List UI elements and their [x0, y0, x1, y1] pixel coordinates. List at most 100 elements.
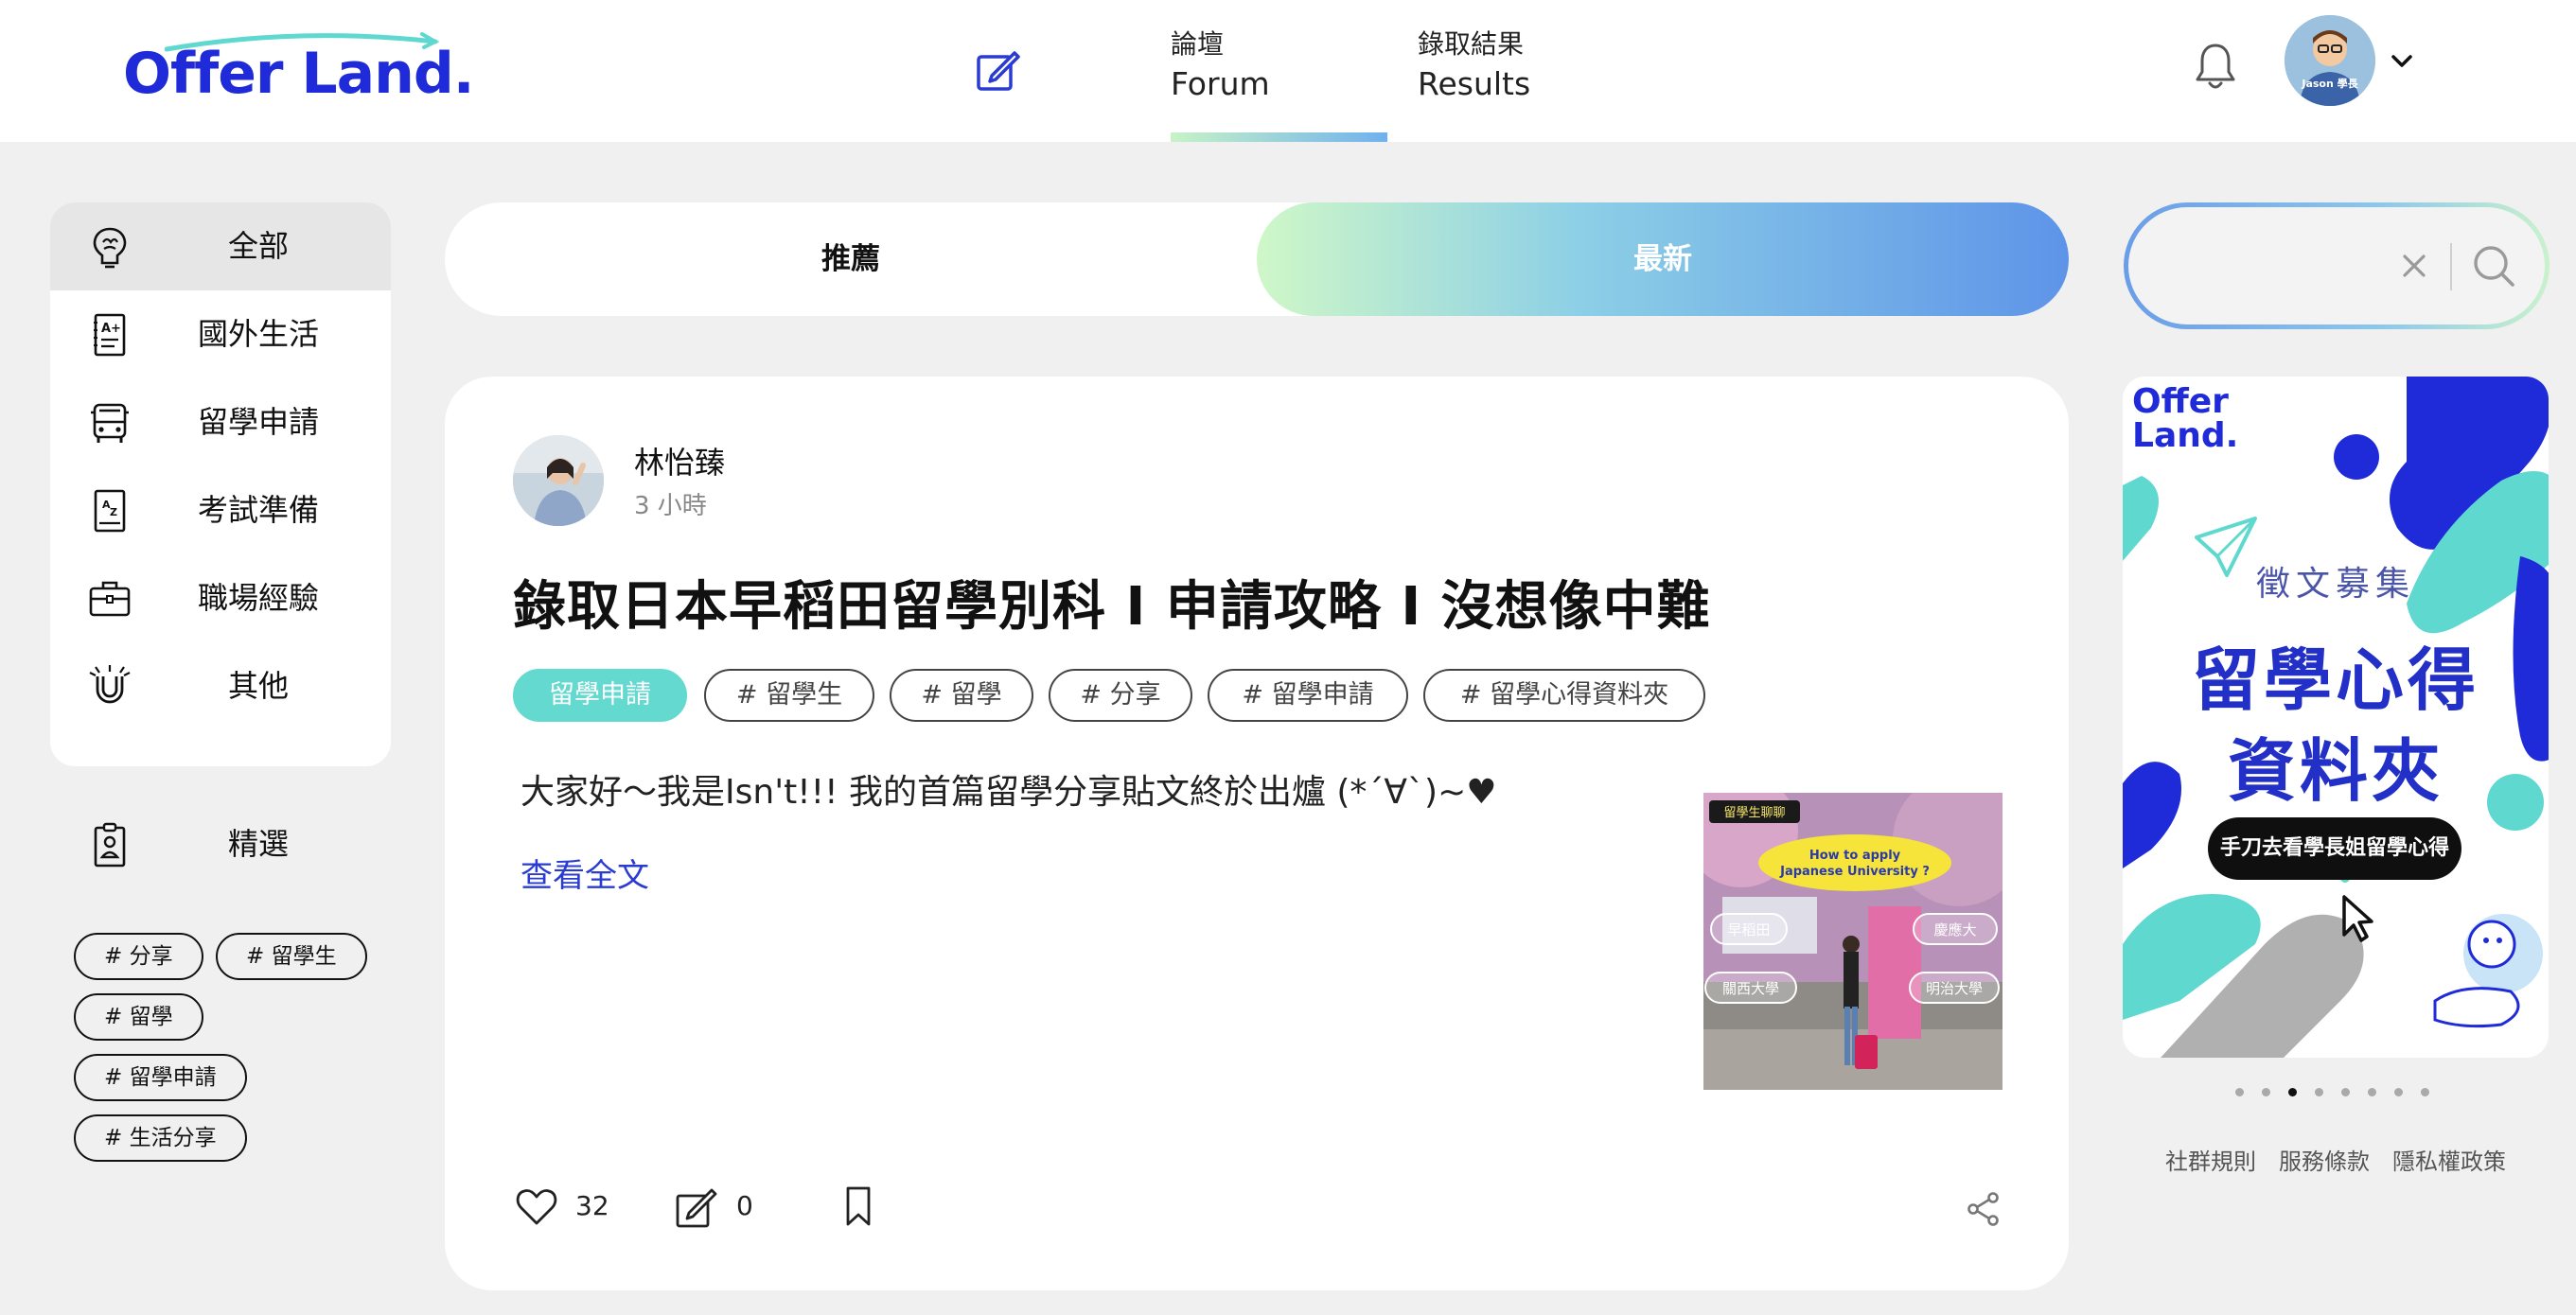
banner-cta-button[interactable]: 手刀去看學長姐留學心得 — [2208, 817, 2461, 880]
thumb-label: 慶應大 — [1933, 921, 1976, 938]
carousel-dots — [2235, 1088, 2440, 1099]
bookmark-icon[interactable] — [835, 1183, 882, 1230]
category-label: 職場經驗 — [197, 580, 319, 616]
search-box-inner — [2128, 207, 2545, 324]
search-icon[interactable] — [2467, 239, 2522, 294]
thumb-label: 早稻田 — [1727, 921, 1770, 938]
tab-results[interactable]: 錄取結果 Results — [1418, 26, 1530, 106]
bus-icon — [91, 403, 129, 443]
share-icon[interactable] — [1965, 1190, 2003, 1228]
user-avatar-illustration: Jason 學長 — [2285, 15, 2375, 106]
grade-document-icon: A+ — [94, 313, 126, 357]
footer-link-privacy[interactable]: 隱私權政策 — [2392, 1143, 2506, 1176]
tab-forum-zh: 論壇 — [1171, 28, 1225, 60]
sidebar-tag[interactable]: # 生活分享 — [74, 1114, 247, 1162]
carousel-dot[interactable] — [2262, 1088, 2270, 1096]
thumb-label: 明治大學 — [1926, 980, 1983, 997]
featured-label: 精選 — [227, 826, 289, 862]
post-time: 3 小時 — [634, 492, 707, 520]
search-divider — [2450, 243, 2452, 290]
sidebar-tag[interactable]: # 留學申請 — [74, 1054, 247, 1101]
category-item-study-application[interactable]: 留學申請 — [50, 378, 391, 466]
thumbnail-illustration: 留學生聊聊 How to apply Japanese University ?… — [1703, 793, 2003, 1090]
author-avatar[interactable] — [513, 435, 604, 526]
svg-text:Z: Z — [110, 506, 117, 518]
featured-link[interactable]: 精選 — [50, 800, 391, 888]
chevron-down-icon[interactable] — [2387, 45, 2417, 76]
tab-results-zh: 錄取結果 — [1418, 28, 1525, 60]
thumb-bubble-line1: How to apply — [1809, 849, 1901, 863]
notification-bell-icon[interactable] — [2192, 40, 2239, 93]
carousel-dot[interactable] — [2341, 1088, 2350, 1096]
logo-text: Offer Land. — [123, 41, 475, 107]
category-label: 全部 — [227, 228, 289, 264]
sidebar-tag[interactable]: # 分享 — [74, 933, 203, 980]
category-label: 國外生活 — [197, 316, 319, 352]
post-tag[interactable]: # 留學心得資料夾 — [1423, 669, 1705, 722]
az-book-icon: A Z — [94, 489, 126, 533]
category-label: 其他 — [227, 668, 289, 704]
clear-icon[interactable] — [2395, 247, 2433, 285]
sidebar-tag[interactable]: # 留學 — [74, 993, 203, 1041]
category-item-career[interactable]: 職場經驗 — [50, 554, 391, 642]
carousel-dot[interactable] — [2315, 1088, 2323, 1096]
compose-comment-icon — [676, 1188, 717, 1228]
thumb-label: 關西大學 — [1722, 980, 1779, 997]
sidebar-tag[interactable]: # 留學生 — [216, 933, 367, 980]
category-label: 留學申請 — [197, 404, 319, 440]
footer-link-community-rules[interactable]: 社群規則 — [2165, 1143, 2256, 1176]
tab-forum[interactable]: 論壇 Forum — [1171, 26, 1270, 106]
post-thumbnail[interactable]: 留學生聊聊 How to apply Japanese University ?… — [1703, 793, 2003, 1090]
heart-icon — [516, 1189, 557, 1225]
category-item-others[interactable]: 其他 — [50, 642, 391, 730]
post-card[interactable]: 林怡臻 3 小時 錄取日本早稻田留學別科 I 申請攻略 I 沒想像中難 留學申請… — [445, 377, 2069, 1290]
brain-bulb-icon — [93, 227, 127, 269]
category-item-all[interactable]: 全部 — [50, 202, 391, 290]
carousel-dot[interactable] — [2421, 1088, 2429, 1096]
category-chip[interactable]: 留學申請 — [513, 669, 687, 722]
promo-banner[interactable]: Offer Land. 徵文募集 留學心得 資料夾 手刀去看學長姐留學心得 — [2123, 377, 2549, 1058]
active-tab-indicator — [1171, 132, 1387, 142]
carousel-dot[interactable] — [2235, 1088, 2244, 1096]
banner-text-layer: 徵文募集 留學心得 資料夾 手刀去看學長姐留學心得 — [2123, 377, 2549, 1058]
search-box — [2124, 202, 2550, 329]
tab-results-en: Results — [1418, 65, 1531, 102]
banner-subtitle: 徵文募集 — [2255, 565, 2415, 604]
post-tag[interactable]: # 分享 — [1049, 669, 1192, 722]
author-name[interactable]: 林怡臻 — [634, 439, 725, 482]
magnet-icon — [89, 665, 131, 704]
category-item-life-abroad[interactable]: A+ 國外生活 — [50, 290, 391, 378]
tab-forum-en: Forum — [1171, 65, 1270, 102]
compose-post-icon[interactable] — [973, 45, 1022, 95]
footer-link-terms[interactable]: 服務條款 — [2279, 1143, 2370, 1176]
briefcase-icon — [89, 581, 131, 617]
comment-count: 0 — [736, 1190, 753, 1221]
post-excerpt: 大家好～我是Isn't!!! 我的首篇留學分享貼文終於出爐 (*´∀`)~♥ — [520, 773, 1497, 812]
post-tag[interactable]: # 留學申請 — [1208, 669, 1408, 722]
carousel-dot[interactable] — [2368, 1088, 2376, 1096]
post-title[interactable]: 錄取日本早稻田留學別科 I 申請攻略 I 沒想像中難 — [513, 564, 1711, 640]
top-header: Offer Land. 論壇 Forum 錄取結果 Results Jason … — [0, 0, 2576, 142]
offerland-logo[interactable]: Offer Land. — [123, 32, 475, 104]
thumb-bubble-line2: Japanese University ? — [1779, 865, 1930, 879]
carousel-dot[interactable] — [2394, 1088, 2403, 1096]
post-tag[interactable]: # 留學生 — [704, 669, 874, 722]
banner-title-line2: 資料夾 — [2227, 731, 2444, 811]
avatar-badge-text: Jason 學長 — [2301, 77, 2358, 90]
svg-text:A+: A+ — [101, 322, 121, 336]
like-count: 32 — [575, 1190, 609, 1221]
user-avatar[interactable]: Jason 學長 — [2285, 15, 2375, 106]
read-more-link[interactable]: 查看全文 — [520, 850, 649, 896]
search-input[interactable] — [2166, 236, 2393, 296]
thumb-badge: 留學生聊聊 — [1723, 806, 1785, 820]
post-tag[interactable]: # 留學 — [890, 669, 1033, 722]
carousel-dot[interactable] — [2288, 1088, 2297, 1096]
sort-recommended-button[interactable]: 推薦 — [445, 202, 1257, 316]
author-photo — [513, 435, 604, 526]
banner-title-line1: 留學心得 — [2191, 640, 2479, 720]
sort-latest-button[interactable]: 最新 — [1257, 202, 2069, 316]
category-item-exam-prep[interactable]: A Z 考試準備 — [50, 466, 391, 554]
sort-toggle: 推薦 最新 — [445, 202, 2069, 316]
category-menu: 全部 A+ 國外生活 留學申請 A Z 考試準備 職場經驗 其他 — [50, 202, 391, 766]
clipboard-badge-icon — [94, 822, 126, 868]
